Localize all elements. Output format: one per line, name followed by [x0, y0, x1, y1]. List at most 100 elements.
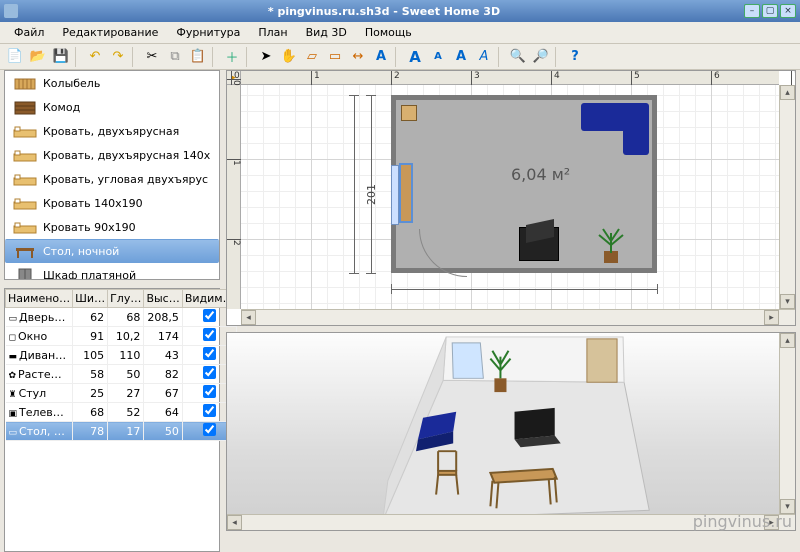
close-button[interactable]: ×: [780, 4, 796, 18]
catalog-item[interactable]: Кровать, двухъярусная: [5, 119, 219, 143]
table-row[interactable]: ▭Дверь…6268208,5: [6, 308, 237, 327]
vis-checkbox[interactable]: [203, 328, 216, 341]
zoom-out-button[interactable]: 🔎: [530, 46, 552, 68]
ruler-tick: 7: [791, 71, 796, 85]
catalog-item[interactable]: Кровать, двухъярусная 140x: [5, 143, 219, 167]
bold-button[interactable]: A: [450, 46, 472, 68]
text-tool[interactable]: A: [370, 46, 392, 68]
scroll-up-button[interactable]: ▴: [780, 333, 795, 348]
wall-tool[interactable]: ▱: [301, 46, 323, 68]
scroll-down-button[interactable]: ▾: [780, 294, 795, 309]
save-button[interactable]: 💾: [50, 46, 72, 68]
ruler-tick: 1: [311, 71, 320, 85]
small-a-button[interactable]: A: [427, 46, 449, 68]
cell-name: ▬Диван…: [6, 346, 73, 365]
redo-button[interactable]: ↷: [107, 46, 129, 68]
separator: [395, 47, 401, 67]
pointer-tool[interactable]: ➤: [255, 46, 277, 68]
vis-checkbox[interactable]: [203, 347, 216, 360]
plan-view[interactable]: ▸ 01234567 012 201 6,04 м²: [226, 70, 796, 326]
open-button[interactable]: 📂: [27, 46, 49, 68]
scroll-left-button[interactable]: ◂: [241, 310, 256, 325]
plan-plant[interactable]: [591, 225, 631, 265]
cell-h: 67: [144, 384, 183, 403]
menu-plan[interactable]: План: [250, 23, 295, 42]
plan-window[interactable]: [391, 165, 399, 225]
scroll-right-button[interactable]: ▸: [764, 310, 779, 325]
table-row[interactable]: ♜Стул252767: [6, 384, 237, 403]
cell-name: ♜Стул: [6, 384, 73, 403]
catalog-item[interactable]: Стол, ночной: [5, 239, 219, 263]
big-a-button[interactable]: A: [404, 46, 426, 68]
cell-d: 27: [108, 384, 144, 403]
separator: [555, 47, 561, 67]
add-furniture-button[interactable]: ＋: [221, 46, 243, 68]
col-header[interactable]: Ши…: [73, 290, 108, 308]
cell-h: 208,5: [144, 308, 183, 327]
table-row[interactable]: ▬Диван…10511043: [6, 346, 237, 365]
table-row[interactable]: ✿Расте…585082: [6, 365, 237, 384]
app-icon: [4, 4, 18, 18]
room-tool[interactable]: ▭: [324, 46, 346, 68]
undo-button[interactable]: ↶: [84, 46, 106, 68]
dim-tick: [349, 273, 359, 274]
watermark: pingvinus.ru: [693, 512, 792, 531]
vis-checkbox[interactable]: [203, 404, 216, 417]
paste-button[interactable]: 📋: [187, 46, 209, 68]
dim-line: [354, 95, 355, 273]
pan-tool[interactable]: ✋: [278, 46, 300, 68]
ruler-tick: 1: [227, 159, 241, 166]
new-button[interactable]: 📄: [4, 46, 26, 68]
menu-edit[interactable]: Редактирование: [54, 23, 166, 42]
plan-canvas[interactable]: 201 6,04 м²: [241, 85, 779, 309]
italic-button[interactable]: A: [473, 46, 495, 68]
col-header[interactable]: Наимено…: [6, 290, 73, 308]
menu-bar: Файл Редактирование Фурнитура План Вид 3…: [0, 22, 800, 44]
scroll-left-button[interactable]: ◂: [227, 515, 242, 530]
cell-w: 68: [73, 403, 108, 422]
catalog-item[interactable]: Колыбель: [5, 71, 219, 95]
plan-chair[interactable]: [401, 105, 417, 121]
table-row[interactable]: ◻Окно9110,2174: [6, 327, 237, 346]
zoom-in-button[interactable]: 🔍: [507, 46, 529, 68]
catalog-item[interactable]: Кровать 90x190: [5, 215, 219, 239]
vis-checkbox[interactable]: [203, 366, 216, 379]
catalog-item[interactable]: Кровать 140x190: [5, 191, 219, 215]
view3d-scrollbar-v[interactable]: ▴ ▾: [779, 333, 795, 514]
menu-3d[interactable]: Вид 3D: [298, 23, 355, 42]
catalog-item[interactable]: Комод: [5, 95, 219, 119]
furniture-table[interactable]: Наимено…Ши…Глу…Выс…Видим… ▭Дверь…6268208…: [5, 289, 237, 441]
plan-tv[interactable]: [519, 227, 559, 261]
menu-help[interactable]: Помощь: [357, 23, 420, 42]
maximize-button[interactable]: ▢: [762, 4, 778, 18]
view-3d[interactable]: ▴ ▾ ◂ ▸: [226, 332, 796, 531]
floor-3d: [227, 333, 795, 530]
plan-night-table[interactable]: [401, 165, 411, 221]
dim-tick: [366, 273, 376, 274]
table-row[interactable]: ▣Телев…685264: [6, 403, 237, 422]
plan-scrollbar-v[interactable]: ▴ ▾: [779, 85, 795, 309]
minimize-button[interactable]: –: [744, 4, 760, 18]
vis-checkbox[interactable]: [203, 385, 216, 398]
plan-scrollbar-h[interactable]: ◂ ▸: [241, 309, 795, 325]
catalog-item-label: Кровать 140x190: [43, 197, 143, 210]
menu-file[interactable]: Файл: [6, 23, 52, 42]
catalog-item[interactable]: Шкаф платяной: [5, 263, 219, 280]
furniture-catalog[interactable]: КолыбельКомодКровать, двухъяруснаяКроват…: [4, 70, 220, 280]
cell-w: 105: [73, 346, 108, 365]
dim-tool[interactable]: ↔: [347, 46, 369, 68]
cell-d: 10,2: [108, 327, 144, 346]
cut-button[interactable]: ✂: [141, 46, 163, 68]
vis-checkbox[interactable]: [203, 309, 216, 322]
catalog-item[interactable]: Кровать, угловая двухъярус: [5, 167, 219, 191]
menu-furniture[interactable]: Фурнитура: [168, 23, 248, 42]
table-row[interactable]: ▭Стол, …781750: [6, 422, 237, 441]
plan-sofa-seg[interactable]: [623, 125, 649, 155]
copy-button[interactable]: ⧉: [164, 46, 186, 68]
vis-checkbox[interactable]: [203, 423, 216, 436]
col-header[interactable]: Выс…: [144, 290, 183, 308]
bed-icon: [13, 124, 37, 140]
scroll-up-button[interactable]: ▴: [780, 85, 795, 100]
help-button[interactable]: ?: [564, 46, 586, 68]
col-header[interactable]: Глу…: [108, 290, 144, 308]
